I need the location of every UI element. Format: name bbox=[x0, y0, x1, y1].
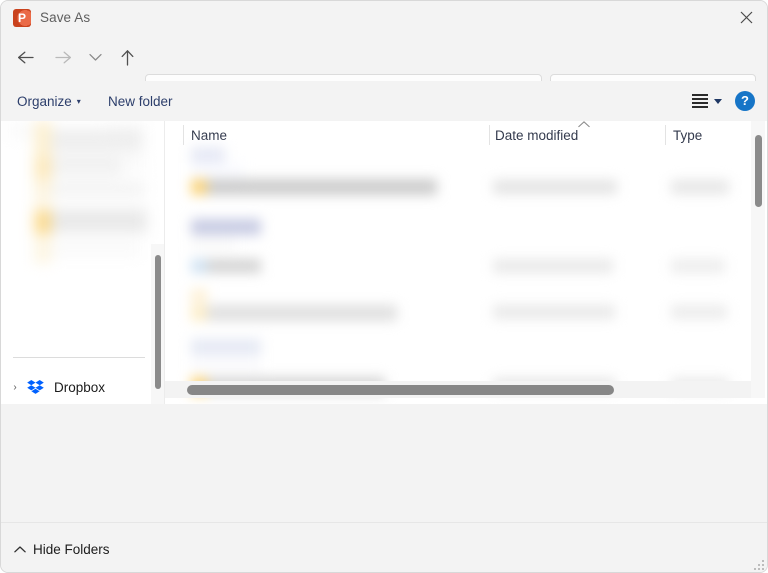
sidebar-item-dropbox[interactable]: › Dropbox bbox=[5, 374, 155, 401]
column-headers: Name Date modified Type bbox=[165, 121, 755, 149]
save-form: File name: WebsiteBuilderInsider-Sample-… bbox=[1, 404, 768, 522]
chevron-down-icon[interactable] bbox=[714, 99, 722, 104]
powerpoint-icon bbox=[13, 9, 31, 27]
sidebar-redacted-items bbox=[9, 121, 157, 301]
view-options-button[interactable] bbox=[692, 90, 722, 112]
column-header-type[interactable]: Type bbox=[673, 121, 702, 149]
command-bar: Organize ▾ New folder ? bbox=[1, 81, 768, 121]
window-title: Save As bbox=[40, 10, 90, 25]
chevron-right-icon[interactable]: › bbox=[5, 382, 25, 393]
chevron-up-icon bbox=[578, 120, 590, 131]
new-folder-label: New folder bbox=[108, 94, 173, 109]
close-icon[interactable] bbox=[723, 1, 768, 34]
dialog-footer: Hide Folders Tools Save Cancel bbox=[1, 522, 768, 573]
sidebar-scrollbar[interactable] bbox=[151, 244, 164, 404]
navigation-sidebar: › Dropbox ⌄ bbox=[1, 121, 165, 404]
caret-down-icon: ▾ bbox=[77, 97, 81, 106]
sidebar-item-label: Dropbox bbox=[54, 380, 105, 395]
arrow-right-icon bbox=[49, 43, 78, 72]
file-list: Name Date modified Type bbox=[165, 121, 768, 404]
column-header-name[interactable]: Name bbox=[191, 121, 227, 149]
dropbox-icon bbox=[27, 379, 47, 396]
chevron-down-icon[interactable] bbox=[81, 43, 110, 72]
chevron-up-icon bbox=[14, 544, 26, 556]
browser-pane: › Dropbox ⌄ bbox=[1, 121, 768, 404]
navigation-bar: « Users › › Downloads bbox=[1, 34, 768, 81]
hide-folders-button[interactable]: Hide Folders bbox=[14, 540, 110, 559]
file-rows-redacted bbox=[165, 149, 755, 379]
organize-label: Organize bbox=[17, 94, 72, 109]
title-bar: Save As bbox=[1, 1, 768, 34]
new-folder-button[interactable]: New folder bbox=[108, 91, 173, 112]
sidebar-scrollbar-thumb[interactable] bbox=[155, 255, 161, 389]
column-header-date-modified[interactable]: Date modified bbox=[495, 121, 578, 149]
file-list-vertical-scrollbar[interactable] bbox=[751, 121, 765, 398]
resize-grip-icon[interactable] bbox=[754, 560, 765, 571]
view-list-icon bbox=[692, 94, 708, 108]
hide-folders-label: Hide Folders bbox=[33, 542, 110, 557]
arrow-up-icon[interactable] bbox=[113, 43, 142, 72]
save-as-dialog: Save As « Users bbox=[0, 0, 768, 573]
vertical-scrollbar-thumb[interactable] bbox=[755, 135, 762, 207]
file-list-horizontal-scrollbar[interactable] bbox=[165, 381, 755, 398]
horizontal-scrollbar-thumb[interactable] bbox=[187, 385, 614, 395]
sidebar-divider bbox=[13, 357, 145, 358]
organize-button[interactable]: Organize ▾ bbox=[17, 91, 81, 112]
help-button[interactable]: ? bbox=[735, 91, 755, 111]
arrow-left-icon[interactable] bbox=[11, 43, 40, 72]
